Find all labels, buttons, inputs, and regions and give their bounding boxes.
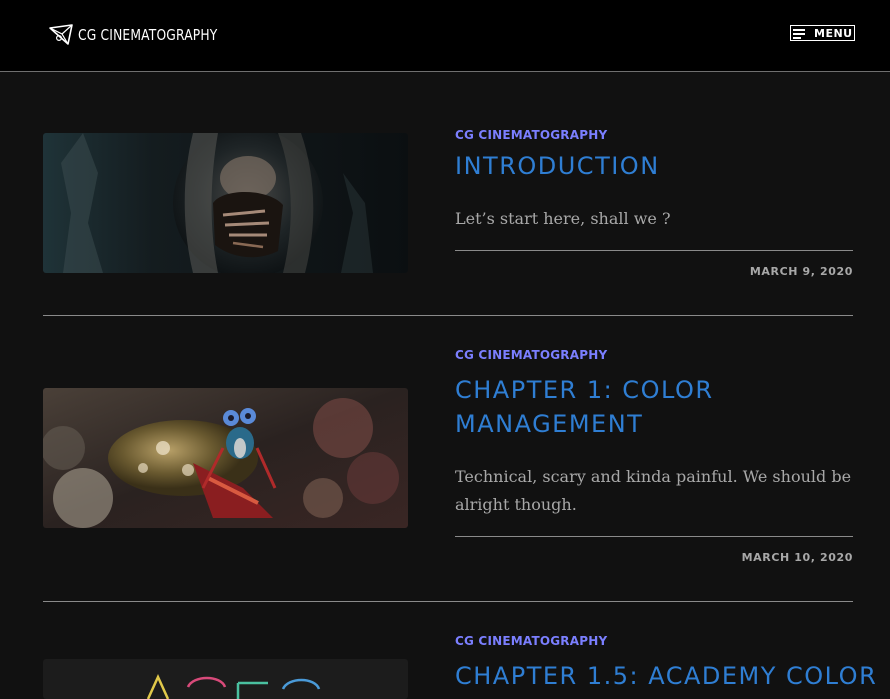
post-category-link[interactable]: CG CINEMATOGRAPHY xyxy=(455,634,607,648)
post-title-line: MANAGEMENT xyxy=(455,410,644,438)
post-category-link[interactable]: CG CINEMATOGRAPHY xyxy=(455,348,607,362)
site-header: CG CINEMATOGRAPHY MENU xyxy=(0,0,890,72)
post-card: CG CINEMATOGRAPHY CHAPTER 1: COLOR MANAG… xyxy=(43,348,853,568)
post-divider xyxy=(43,315,853,316)
post-title[interactable]: INTRODUCTION xyxy=(455,149,853,183)
post-thumbnail[interactable] xyxy=(43,659,408,699)
mantis-shrimp-image xyxy=(43,388,408,528)
post-meta-divider xyxy=(455,536,853,537)
site-logo[interactable]: CG CINEMATOGRAPHY xyxy=(48,22,248,48)
post-title-line: CHAPTER 1: COLOR xyxy=(455,376,714,404)
post-date: MARCH 9, 2020 xyxy=(749,265,853,278)
post-excerpt-line: Technical, scary and kinda painful. We s… xyxy=(455,467,852,486)
post-category-link[interactable]: CG CINEMATOGRAPHY xyxy=(455,128,607,142)
post-title[interactable]: CHAPTER 1.5: ACADEMY COLOR xyxy=(455,659,876,693)
post-excerpt: Let’s start here, shall we ? xyxy=(455,209,671,228)
site-name: CG CINEMATOGRAPHY xyxy=(78,26,218,44)
film-still-image xyxy=(43,133,408,273)
post-card: CG CINEMATOGRAPHY CHAPTER 1.5: ACADEMY C… xyxy=(43,634,876,699)
hamburger-icon xyxy=(793,28,806,39)
post-excerpt-line: alright though. xyxy=(455,495,577,514)
post-date: MARCH 10, 2020 xyxy=(741,551,853,564)
aces-logo-image xyxy=(43,659,408,699)
menu-button[interactable]: MENU xyxy=(790,25,855,41)
post-excerpt: Technical, scary and kinda painful. We s… xyxy=(455,463,853,519)
post-meta-divider xyxy=(455,250,853,251)
post-title[interactable]: CHAPTER 1: COLOR MANAGEMENT xyxy=(455,373,853,441)
camera-triangle-icon xyxy=(49,24,73,45)
post-thumbnail[interactable] xyxy=(43,388,408,528)
post-card: CG CINEMATOGRAPHY INTRODUCTION Let’s sta… xyxy=(43,128,853,278)
menu-label: MENU xyxy=(814,26,853,40)
post-thumbnail[interactable] xyxy=(43,133,408,273)
post-divider xyxy=(43,601,853,602)
